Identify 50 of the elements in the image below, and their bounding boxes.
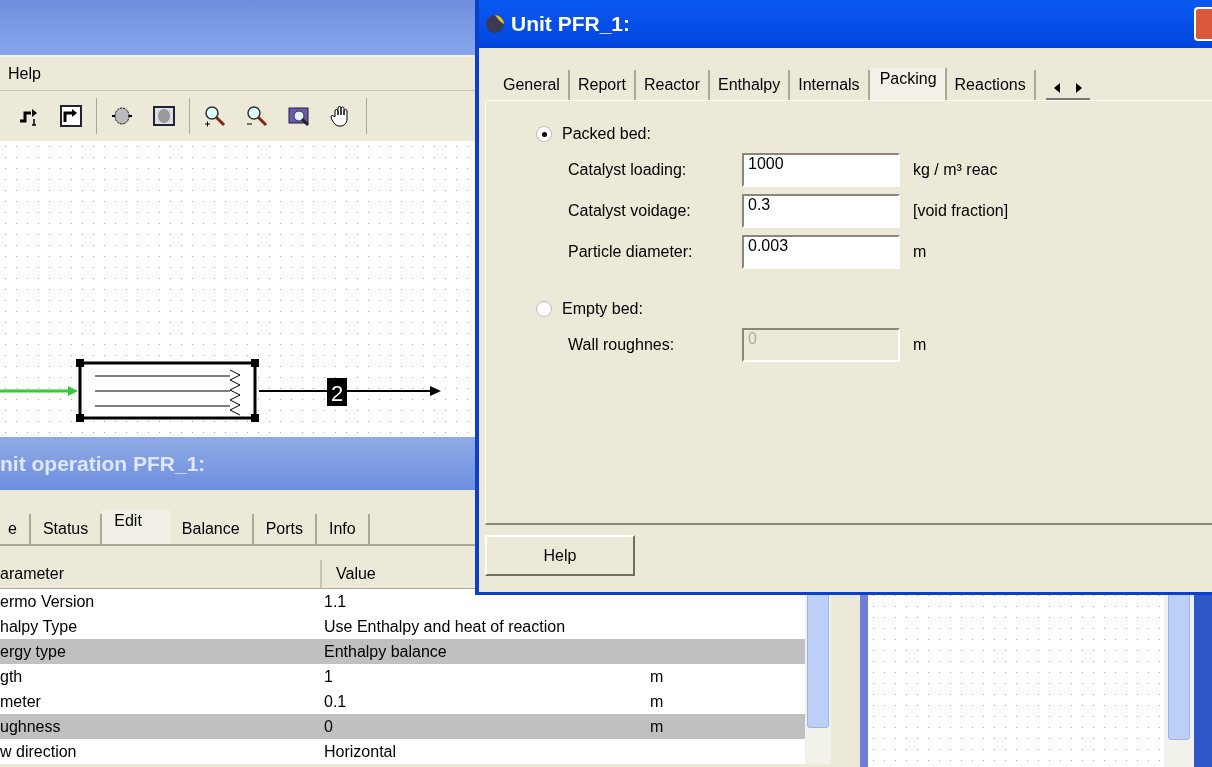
table-cell-text: 0.1 xyxy=(324,692,348,711)
connector-icon[interactable] xyxy=(60,105,82,127)
stream-number: 2 xyxy=(327,378,347,406)
column-header[interactable]: arameter xyxy=(0,560,322,588)
unit-label: [void fraction] xyxy=(913,201,1009,220)
table-cell-text: 1 xyxy=(324,667,334,686)
input-field[interactable]: 0.3 xyxy=(742,193,900,228)
selected-row[interactable]: ergy type Enthalpy balance xyxy=(0,639,805,664)
unit-label: kg / m³ reac xyxy=(913,160,998,179)
table-cell-text: Horizontal xyxy=(324,742,398,761)
table-cell-text: Use Enthalpy and heat of reaction xyxy=(324,617,567,636)
field-label: Wall roughnes: xyxy=(568,335,676,354)
table-cell: m xyxy=(650,717,664,736)
radio-label[interactable]: Empty bed: xyxy=(562,300,643,318)
field-label: Particle diameter: xyxy=(568,242,694,261)
input-field[interactable]: 0.003 xyxy=(742,234,900,269)
tab[interactable]: Packing xyxy=(869,68,947,100)
table-cell-text: 0 xyxy=(324,717,334,736)
field-label: Catalyst loading: xyxy=(568,160,688,179)
radio-button[interactable] xyxy=(536,126,552,142)
radio-button[interactable] xyxy=(536,301,552,317)
table-cell-text: 1.1 xyxy=(324,592,348,611)
unit-label: m xyxy=(913,242,927,261)
zoom-out-icon[interactable] xyxy=(246,105,268,127)
unit-icon[interactable] xyxy=(111,105,133,127)
field-label: Catalyst voidage: xyxy=(568,201,692,220)
globe-icon xyxy=(485,14,505,34)
radio-label[interactable]: Packed bed: xyxy=(562,125,651,143)
input-field[interactable]: 1000 xyxy=(742,152,900,187)
table-cell-text: halpy Type xyxy=(0,617,79,636)
help-button[interactable]: Help xyxy=(485,535,635,576)
table-cell-text: ermo Version xyxy=(0,592,96,611)
table-cell-text: w direction xyxy=(0,742,78,761)
panel-title: nit operation PFR_1: xyxy=(0,451,206,476)
table-cell-text: ergy type xyxy=(0,642,67,661)
table-cell: m xyxy=(650,667,664,686)
menu-item[interactable]: Help xyxy=(8,64,41,83)
zoom-window-icon[interactable] xyxy=(288,105,310,127)
table-cell-text: Enthalpy balance xyxy=(324,642,448,661)
table-cell-text: ughness xyxy=(0,717,62,736)
table-cell-text: gth xyxy=(0,667,24,686)
tab[interactable]: Edit xyxy=(102,510,170,544)
unit-box-icon[interactable] xyxy=(153,105,175,127)
table-cell-text: meter xyxy=(0,692,42,711)
reactor-unit[interactable] xyxy=(76,359,259,422)
zoom-in-icon[interactable] xyxy=(204,105,226,127)
table-cell: m xyxy=(650,692,664,711)
dialog-title: Unit PFR_1: xyxy=(511,12,630,36)
selected-row[interactable]: ughness 0 m xyxy=(0,714,805,739)
unit-label: m xyxy=(913,335,927,354)
